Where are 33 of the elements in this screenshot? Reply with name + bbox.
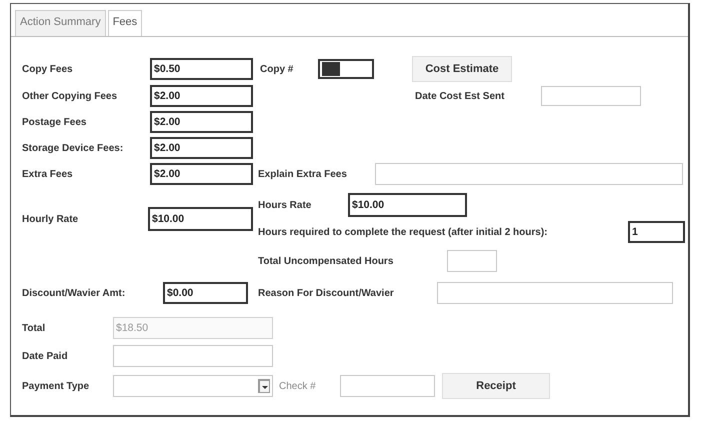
input-field[interactable]: $10.00 (348, 193, 467, 217)
field-label: Date Paid (22, 350, 69, 362)
field-label: Total Uncompensated Hours (258, 256, 394, 266)
field-label: Reason For Discount/Wavier (258, 288, 395, 298)
field-label: Postage Fees (22, 116, 88, 128)
field-label: Storage Device Fees: (22, 142, 124, 154)
field-label: Hours Rate (258, 200, 312, 210)
field-label: Hours required to complete the request (after initial 2 hours): (258, 226, 548, 238)
input-field[interactable]: $2.00 (150, 85, 253, 107)
tab[interactable]: Fees (108, 10, 142, 36)
input-field[interactable]: $0.00 (163, 282, 248, 304)
field-label: Hourly Rate (22, 214, 80, 224)
field-label: Date Cost Est Sent (415, 90, 506, 102)
input-field[interactable] (318, 59, 374, 79)
field-label: Payment Type (22, 380, 90, 392)
input-field[interactable]: $2.00 (150, 111, 253, 133)
field-label: Check # (279, 380, 317, 392)
action-button[interactable]: Receipt (442, 373, 550, 399)
input-field[interactable]: 1 (628, 221, 685, 243)
field-label: Discount/Wavier Amt: (22, 288, 126, 298)
field-label: Copy # (260, 64, 294, 74)
field-label: Extra Fees (22, 168, 74, 180)
field-label: Other Copying Fees (22, 90, 118, 102)
action-button[interactable]: Cost Estimate (412, 56, 512, 82)
tab[interactable]: Action Summary (15, 10, 106, 36)
input-field[interactable]: $2.00 (150, 163, 253, 185)
field-label: Copy Fees (22, 64, 74, 74)
input-field[interactable]: $10.00 (148, 207, 253, 231)
field-label: Total (22, 322, 46, 334)
dropdown-arrow-icon[interactable] (258, 379, 270, 393)
input-field[interactable]: $0.50 (150, 58, 253, 80)
field-label: Explain Extra Fees (258, 168, 348, 180)
input-field[interactable]: $2.00 (150, 137, 253, 159)
